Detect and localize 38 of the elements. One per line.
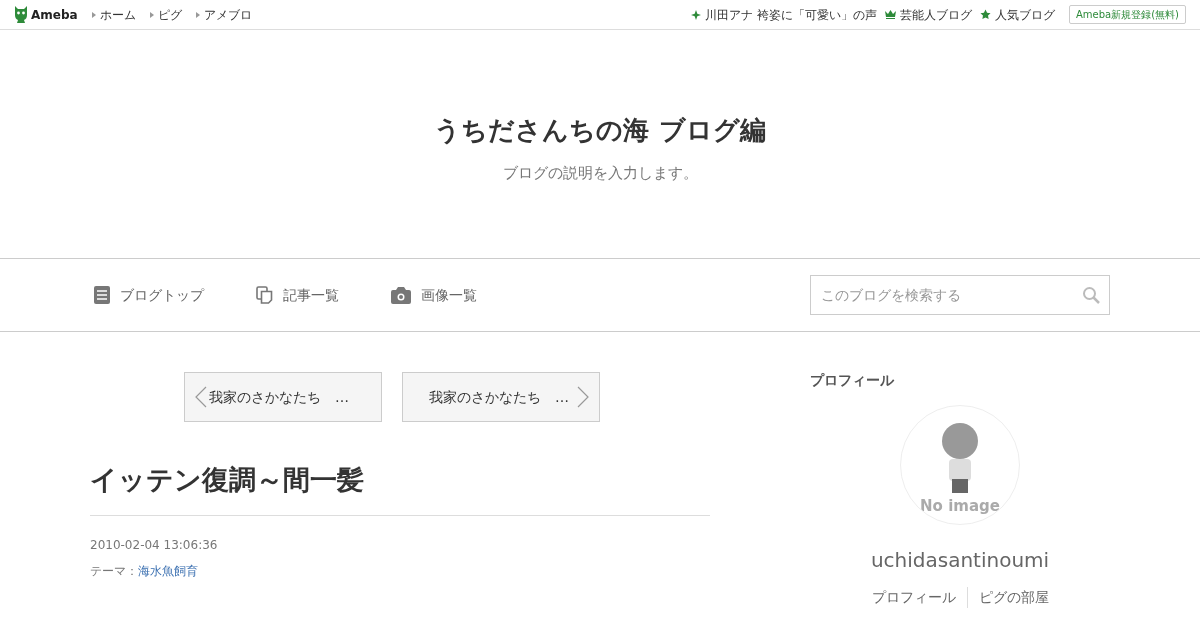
profile-link[interactable]: ピグの部屋: [966, 587, 1060, 608]
register-button[interactable]: Ameba新規登録(無料): [1069, 5, 1186, 24]
copy-icon: [256, 286, 273, 304]
top-link[interactable]: 芸能人ブログ: [900, 5, 972, 24]
triangle-icon: [195, 11, 200, 18]
search-icon[interactable]: [1082, 286, 1100, 304]
theme-link[interactable]: 海水魚飼育: [138, 561, 198, 580]
article-title: イッテン復調～間一髪: [90, 460, 710, 516]
sparkle-icon: [691, 9, 702, 20]
triangle-icon: [91, 11, 96, 18]
next-article-link[interactable]: 我家のさかなたち …: [402, 372, 600, 422]
triangle-icon: [149, 11, 154, 18]
crown-icon: [885, 10, 896, 19]
no-image-caption: No image: [920, 499, 1000, 514]
star-icon: [980, 9, 991, 20]
theme-label: テーマ：: [90, 562, 138, 580]
blog-description: ブログの説明を入力します。: [502, 163, 698, 185]
profile-link[interactable]: プロフィール: [860, 587, 967, 608]
profile-name[interactable]: uchidasantinoumi: [870, 545, 1050, 575]
ameba-logo[interactable]: Ameba: [31, 5, 78, 24]
top-link[interactable]: ピグ: [157, 5, 182, 24]
profile-heading: プロフィール: [810, 371, 895, 390]
top-link[interactable]: ホーム: [99, 5, 136, 24]
nav-link[interactable]: 画像一覧: [391, 284, 477, 306]
top-link[interactable]: アメブロ: [203, 5, 252, 24]
nav-link[interactable]: ブログトップ: [94, 284, 204, 306]
camera-icon: [391, 286, 411, 304]
document-icon: [94, 286, 110, 304]
search-field[interactable]: このブログを検索する: [810, 275, 1110, 315]
previous-article-link[interactable]: 我家のさかなたち …: [184, 372, 382, 422]
article-date: 2010-02-04 13:06:36: [90, 536, 219, 554]
nav-link[interactable]: 記事一覧: [256, 284, 339, 306]
chevron-right-icon: [577, 386, 589, 408]
top-link[interactable]: 人気ブログ: [995, 5, 1055, 24]
logo-icon: [14, 6, 28, 23]
blog-title[interactable]: うちださんちの海 ブログ編: [434, 111, 766, 151]
chevron-left-icon: [195, 386, 207, 408]
top-link[interactable]: 川田アナ 袴姿に「可愛い」の声: [705, 5, 877, 24]
